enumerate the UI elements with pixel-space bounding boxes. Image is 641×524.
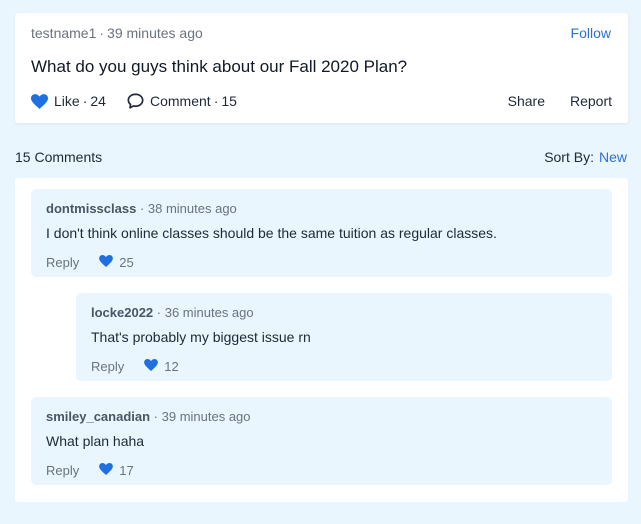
comment-item: locke2022 · 36 minutes ago That's probab…	[76, 293, 612, 381]
report-button[interactable]: Report	[570, 93, 612, 109]
heart-icon	[99, 463, 119, 478]
heart-icon	[31, 93, 48, 109]
comment-meta: dontmissclass · 38 minutes ago	[46, 201, 237, 216]
comment-text: That's probably my biggest issue rn	[91, 329, 311, 345]
like-label: Like	[54, 93, 80, 109]
comment-item: smiley_canadian · 39 minutes ago What pl…	[31, 397, 612, 485]
comment-button[interactable]: Comment · 15	[127, 93, 237, 109]
like-separator: ·	[82, 93, 88, 109]
heart-icon	[99, 255, 119, 270]
comment-author[interactable]: dontmissclass	[46, 201, 136, 216]
comments-card: dontmissclass · 38 minutes ago I don't t…	[15, 178, 628, 502]
comment-like-button[interactable]: 12	[144, 359, 179, 374]
comment-meta: smiley_canadian · 39 minutes ago	[46, 409, 251, 424]
comments-header: 15 Comments Sort By: New	[15, 149, 627, 167]
sort-dropdown[interactable]: New	[599, 149, 627, 165]
like-button[interactable]: Like · 24	[31, 93, 106, 109]
reply-button[interactable]: Reply	[46, 255, 79, 270]
comments-count: 15 Comments	[15, 149, 103, 165]
share-button[interactable]: Share	[508, 93, 545, 109]
comment-actions: Reply 25	[46, 255, 134, 270]
comment-text: I don't think online classes should be t…	[46, 225, 497, 241]
comment-like-count: 12	[164, 359, 179, 374]
reply-button[interactable]: Reply	[46, 463, 79, 478]
post-author[interactable]: testname1	[31, 25, 96, 41]
post-title: What do you guys think about our Fall 20…	[31, 57, 408, 76]
comment-count: 15	[221, 93, 237, 109]
sort-control: Sort By: New	[544, 149, 627, 165]
post-card: testname1 · 39 minutes ago Follow What do …	[15, 13, 628, 123]
post-meta: testname1 · 39 minutes ago	[31, 25, 203, 41]
comment-time: 38 minutes ago	[147, 201, 237, 216]
heart-icon	[144, 359, 164, 374]
comment-author[interactable]: smiley_canadian	[46, 409, 150, 424]
comment-author[interactable]: locke2022	[91, 305, 153, 320]
comment-actions: Reply 12	[91, 359, 179, 374]
comment-time: 36 minutes ago	[164, 305, 254, 320]
comment-like-button[interactable]: 17	[99, 463, 134, 478]
post-actions: Like · 24 Comment · 15 Share Report	[31, 93, 612, 113]
comment-item: dontmissclass · 38 minutes ago I don't t…	[31, 189, 612, 277]
comment-like-count: 17	[119, 463, 134, 478]
post-time: 39 minutes ago	[107, 25, 203, 41]
comment-separator: ·	[213, 93, 219, 109]
meta-separator: ·	[99, 25, 105, 41]
speech-bubble-icon	[127, 93, 144, 109]
comment-text: What plan haha	[46, 433, 145, 449]
comment-label: Comment	[150, 93, 211, 109]
comment-actions: Reply 17	[46, 463, 134, 478]
comment-like-button[interactable]: 25	[99, 255, 134, 270]
comment-like-count: 25	[119, 255, 134, 270]
reply-button[interactable]: Reply	[91, 359, 124, 374]
sort-label: Sort By:	[544, 149, 594, 165]
like-count: 24	[90, 93, 106, 109]
follow-button[interactable]: Follow	[571, 25, 611, 41]
comment-time: 39 minutes ago	[161, 409, 251, 424]
comment-meta: locke2022 · 36 minutes ago	[91, 305, 254, 320]
